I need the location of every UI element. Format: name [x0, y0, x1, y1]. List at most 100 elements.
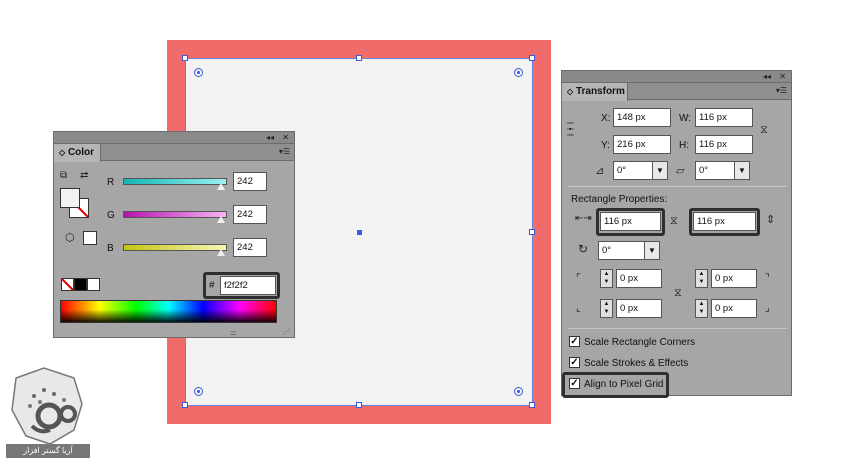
panel-grip[interactable]: ::::::::	[230, 331, 236, 337]
resize-handle-right[interactable]	[529, 229, 535, 235]
resize-handle-top-left[interactable]	[182, 55, 188, 61]
scale-corners-label: Scale Rectangle Corners	[584, 337, 696, 348]
hex-input[interactable]: f2f2f2	[220, 276, 276, 295]
corner-radius-widget[interactable]	[194, 68, 203, 77]
slider-thumb[interactable]	[217, 249, 225, 256]
stepper[interactable]: ▲ ▼	[695, 299, 708, 318]
close-icon[interactable]: ✕	[779, 71, 786, 83]
channel-b-label: B	[107, 243, 114, 254]
logo-caption: آریا گستر افزار	[6, 444, 90, 458]
resize-handle-bottom-left[interactable]	[182, 402, 188, 408]
corner-radius-widget[interactable]	[194, 387, 203, 396]
tab-transform[interactable]: ◇ Transform	[562, 83, 628, 101]
constrain-proportions-icon[interactable]: ⧖	[760, 124, 768, 136]
out-of-gamut-cube-icon[interactable]: ⬡	[65, 232, 75, 244]
tab-label: Transform	[575, 86, 625, 97]
checkbox[interactable]: ✓	[569, 336, 580, 347]
collapse-icon[interactable]: ◂◂	[763, 71, 771, 83]
corner-top-right-input[interactable]: 0 px	[711, 269, 757, 288]
chevron-down-icon[interactable]: ▼	[734, 162, 749, 179]
y-input[interactable]: 216 px	[613, 135, 671, 154]
shear-icon: ▱	[676, 165, 685, 177]
shear-dropdown[interactable]: 0° ▼	[695, 161, 750, 180]
h-label: H:	[679, 140, 689, 151]
checkbox[interactable]: ✓	[569, 357, 580, 368]
corner-radius-widget[interactable]	[514, 387, 523, 396]
corner-bottom-right-icon[interactable]: ⌟	[765, 303, 770, 315]
resize-grip-icon[interactable]: ⋰	[283, 328, 290, 336]
channel-g-label: G	[107, 210, 115, 221]
logo: آریا گستر افزار	[4, 364, 90, 460]
corner-radius-widget[interactable]	[514, 68, 523, 77]
channel-g-slider[interactable]	[123, 211, 227, 223]
fill-swatch-front[interactable]	[60, 188, 80, 208]
channel-b-slider[interactable]	[123, 244, 227, 256]
center-point	[357, 230, 362, 235]
channel-r-label: R	[107, 177, 115, 188]
corner-rotate-dropdown[interactable]: 0° ▼	[598, 241, 660, 260]
tab-color[interactable]: ◇ Color	[54, 144, 101, 162]
color-panel-titlebar[interactable]: ◂◂ ✕	[54, 132, 294, 144]
rotate-dropdown[interactable]: 0° ▼	[613, 161, 668, 180]
x-label: X:	[601, 113, 611, 124]
divider	[568, 328, 787, 329]
transform-panel-titlebar[interactable]: ◂◂ ✕	[562, 71, 791, 83]
rect-width-input[interactable]: 116 px	[600, 212, 661, 231]
x-input[interactable]: 148 px	[613, 108, 671, 127]
w-input[interactable]: 116 px	[695, 108, 753, 127]
transform-panel: ◂◂ ✕ ◇ Transform ▾☰ ▫▫▫ ▫▪▫ ▫▫▫ X: 148 px …	[561, 70, 792, 398]
resize-handle-top-right[interactable]	[529, 55, 535, 61]
tab-label: Color	[67, 147, 95, 158]
corner-top-left-icon[interactable]: ⌜	[576, 273, 581, 285]
channel-g-input[interactable]: 242	[233, 205, 267, 224]
white-swatch[interactable]	[87, 278, 100, 291]
shear-value: 0°	[699, 165, 709, 176]
resize-handle-bottom-right[interactable]	[529, 402, 535, 408]
resize-handle-top[interactable]	[356, 55, 362, 61]
stepper[interactable]: ▲ ▼	[600, 299, 613, 318]
resize-handle-bottom[interactable]	[356, 402, 362, 408]
default-fill-stroke-icon[interactable]: ⧉	[60, 170, 67, 182]
channel-r-input[interactable]: 242	[233, 172, 267, 191]
tab-toggle-icon: ◇	[59, 148, 66, 157]
channel-r-slider[interactable]	[123, 178, 227, 190]
align-pixel-grid-label: Align to Pixel Grid	[584, 379, 664, 390]
chevron-down-icon[interactable]: ▼	[652, 162, 667, 179]
stepper[interactable]: ▲ ▼	[695, 269, 708, 288]
corner-top-left-input[interactable]: 0 px	[616, 269, 662, 288]
scale-strokes-label: Scale Strokes & Effects	[584, 358, 689, 369]
stepper[interactable]: ▲ ▼	[600, 269, 613, 288]
swap-fill-stroke-icon[interactable]: ⇄	[80, 170, 88, 182]
link-icon[interactable]: ⧖	[670, 215, 678, 227]
corner-top-right-icon[interactable]: ⌝	[765, 273, 770, 285]
corner-rotate-value: 0°	[602, 245, 612, 256]
y-label: Y:	[601, 140, 610, 151]
black-swatch[interactable]	[74, 278, 87, 291]
close-icon[interactable]: ✕	[282, 132, 289, 144]
slider-thumb[interactable]	[217, 183, 225, 190]
channel-b-input[interactable]: 242	[233, 238, 267, 257]
chevron-down-icon[interactable]: ▼	[644, 242, 659, 259]
slider-thumb[interactable]	[217, 216, 225, 223]
rect-width-icon: ⇤⇥	[575, 213, 592, 224]
corner-bottom-right-input[interactable]: 0 px	[711, 299, 757, 318]
rotate-value: 0°	[617, 165, 627, 176]
panel-menu-icon[interactable]: ▾☰	[776, 86, 787, 96]
corner-bottom-left-icon[interactable]: ⌞	[576, 303, 581, 315]
web-safe-swatch[interactable]	[83, 231, 97, 245]
w-label: W:	[679, 113, 692, 124]
tab-toggle-icon: ◇	[567, 87, 574, 96]
rotate-angle-icon: ⊿	[595, 165, 605, 177]
color-spectrum[interactable]	[60, 300, 277, 323]
corner-bottom-left-input[interactable]: 0 px	[616, 299, 662, 318]
rotate-icon: ↻	[578, 242, 589, 256]
link-icon[interactable]: ⧖	[674, 287, 682, 299]
checkbox[interactable]: ✓	[569, 378, 580, 389]
panel-menu-icon[interactable]: ▾☰	[279, 147, 290, 157]
collapse-icon[interactable]: ◂◂	[266, 132, 274, 144]
rect-height-icon: ⇕	[766, 214, 776, 226]
reference-point-icon[interactable]: ▫▫▫ ▫▪▫ ▫▫▫	[567, 120, 585, 139]
h-input[interactable]: 116 px	[695, 135, 753, 154]
rect-height-input[interactable]: 116 px	[693, 212, 756, 231]
none-swatch[interactable]	[61, 278, 74, 291]
